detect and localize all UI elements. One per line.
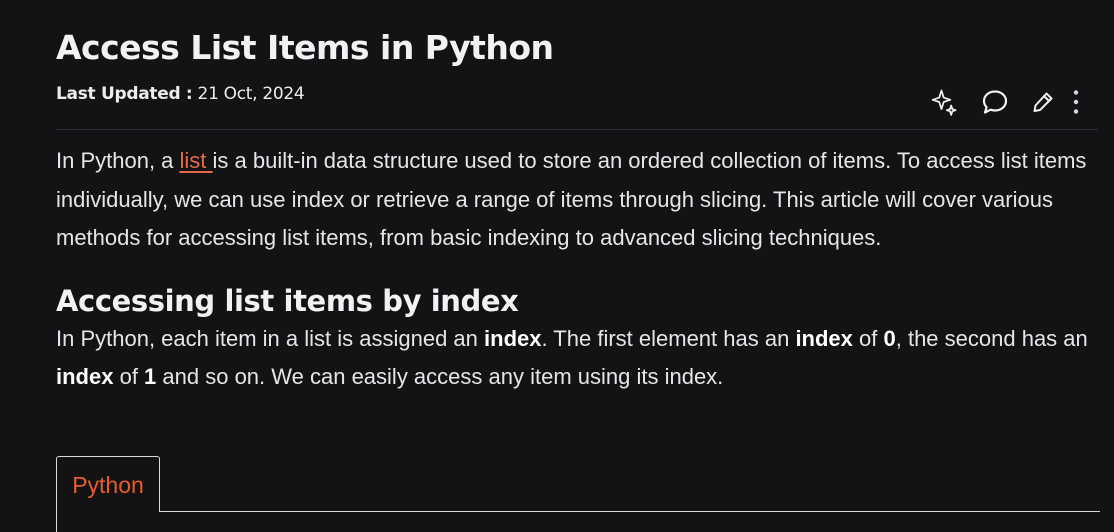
sparkle-icon[interactable] <box>930 87 960 117</box>
page-title: Access List Items in Python <box>56 28 554 67</box>
section-heading: Accessing list items by index <box>56 283 519 318</box>
intro-paragraph: In Python, a list is a built-in data str… <box>56 142 1101 258</box>
last-updated-date: 21 Oct, 2024 <box>197 84 305 104</box>
bold-term: index <box>56 364 114 389</box>
section-text: of <box>113 364 145 389</box>
article-toolbar <box>930 82 1086 122</box>
section-text: of <box>852 325 884 351</box>
section-text: . The first element has an <box>541 325 796 351</box>
bold-number: 0 <box>883 325 896 351</box>
article-body: In Python, a list is a built-in data str… <box>56 142 1101 397</box>
tab-python[interactable]: Python <box>56 456 160 512</box>
pencil-icon[interactable] <box>1028 87 1058 117</box>
code-panel <box>56 511 1100 532</box>
bold-term: index <box>795 325 853 351</box>
bold-number: 1 <box>144 364 157 389</box>
last-updated: Last Updated : 21 Oct, 2024 <box>56 84 305 104</box>
article-header: Access List Items in Python Last Updated… <box>56 26 1098 130</box>
section-text: and so on. We can easily access any item… <box>156 364 724 389</box>
code-block: Python <box>56 456 1100 532</box>
comment-icon[interactable] <box>980 87 1010 117</box>
bold-term: index <box>484 325 542 351</box>
section-text: , the second has an <box>895 325 1088 351</box>
more-vertical-icon[interactable] <box>1066 87 1086 117</box>
list-link[interactable]: list <box>180 148 213 173</box>
section-paragraph: In Python, each item in a list is assign… <box>56 320 1101 397</box>
section-text: In Python, each item in a list is assign… <box>56 325 485 351</box>
last-updated-label: Last Updated : <box>56 84 193 104</box>
article-page: Access List Items in Python Last Updated… <box>0 0 1114 532</box>
intro-text-start: In Python, a <box>56 148 180 173</box>
